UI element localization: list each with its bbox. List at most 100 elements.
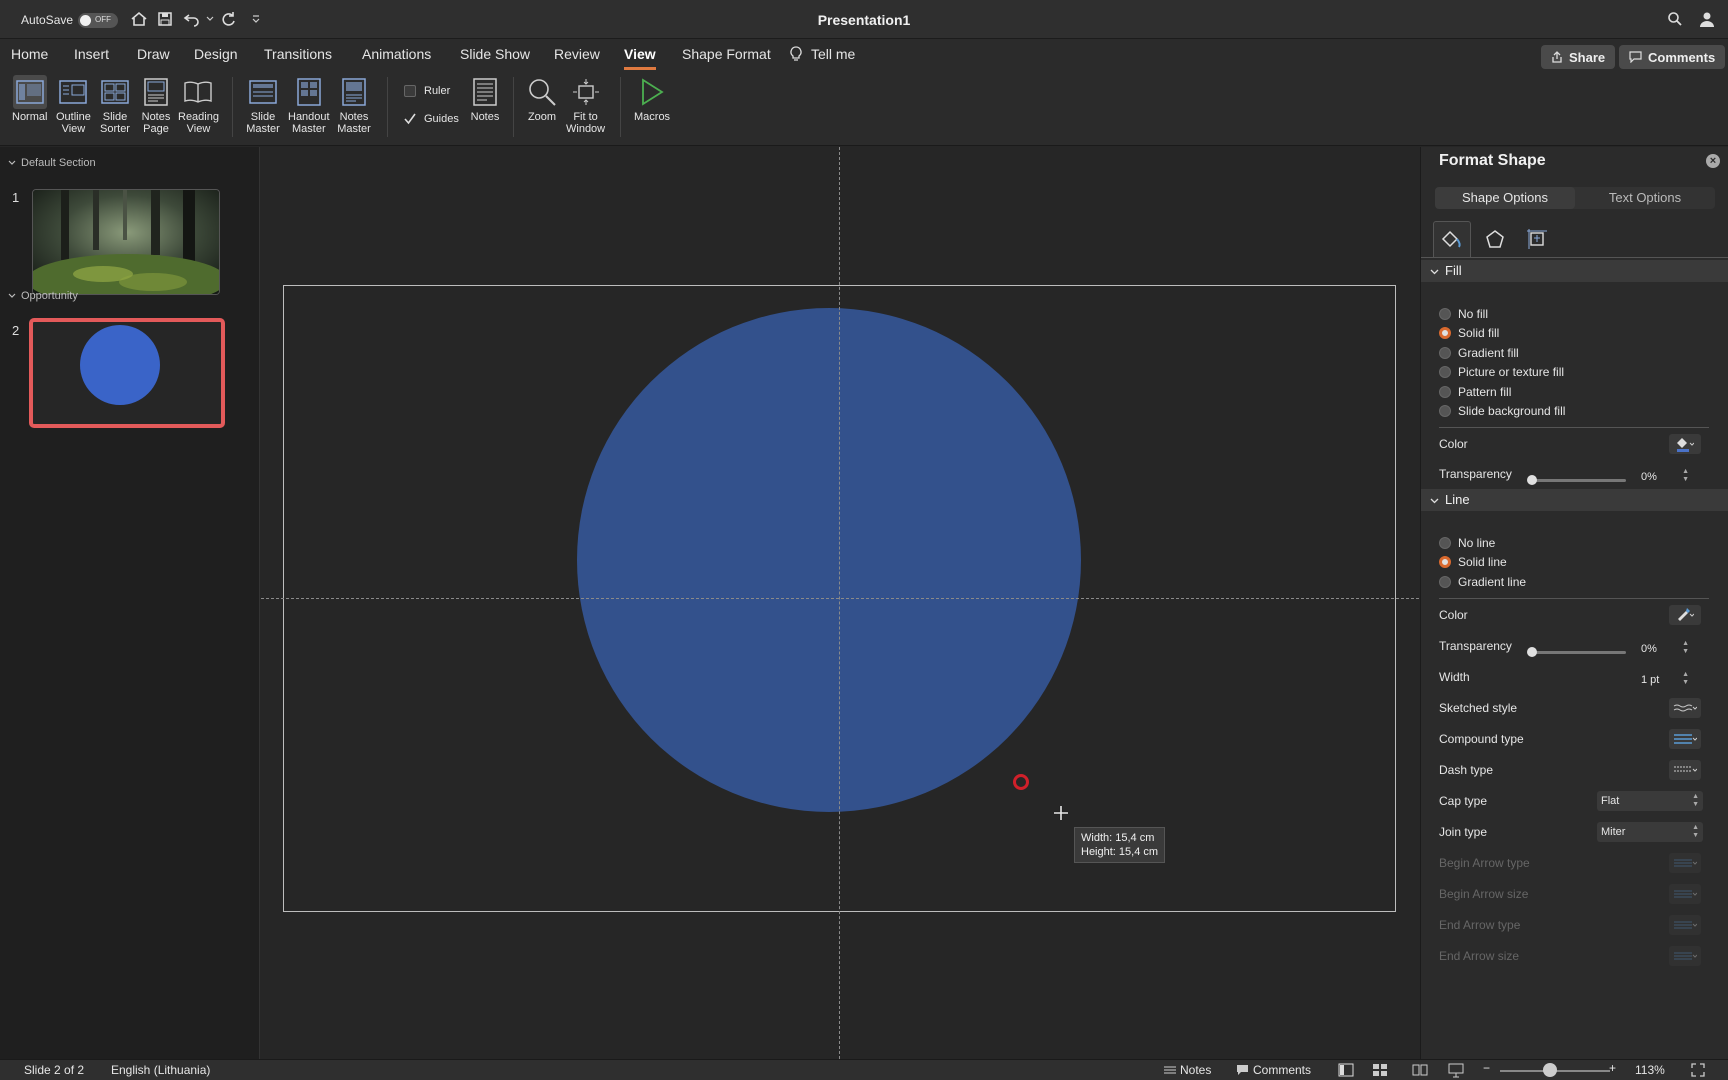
tab-view[interactable]: View xyxy=(624,46,656,70)
chevron-down-icon[interactable] xyxy=(200,9,220,29)
slider-knob[interactable] xyxy=(1527,475,1537,485)
end-arrow-size-dropdown[interactable] xyxy=(1669,946,1701,966)
normal-view-button[interactable]: Normal xyxy=(12,75,47,123)
size-properties-icon[interactable] xyxy=(1518,221,1556,257)
slide-sorter-button[interactable]: Slide Sorter xyxy=(98,75,132,135)
macros-button[interactable]: Macros xyxy=(634,75,670,123)
close-icon[interactable]: × xyxy=(1706,154,1720,168)
sketched-style-dropdown[interactable] xyxy=(1669,698,1701,718)
zoom-slider-knob[interactable] xyxy=(1543,1063,1557,1077)
normal-view-status-icon[interactable] xyxy=(1338,1062,1354,1080)
tab-review[interactable]: Review xyxy=(554,46,600,62)
picture-texture-fill-radio[interactable]: Picture or texture fill xyxy=(1439,365,1564,379)
solid-fill-radio[interactable]: Solid fill xyxy=(1439,326,1499,340)
fit-to-window-button[interactable]: Fit to Window xyxy=(566,75,605,135)
tab-home[interactable]: Home xyxy=(11,46,48,62)
text-options-tab[interactable]: Text Options xyxy=(1575,187,1715,209)
tab-slide-show[interactable]: Slide Show xyxy=(460,46,530,62)
solid-line-radio[interactable]: Solid line xyxy=(1439,555,1507,569)
tell-me-lightbulb-icon[interactable] xyxy=(790,46,802,65)
stepper-arrows-icon[interactable]: ▲ ▼ xyxy=(1682,468,1689,484)
slider-knob[interactable] xyxy=(1527,647,1537,657)
effects-pentagon-icon[interactable] xyxy=(1476,221,1514,257)
end-arrow-type-dropdown[interactable] xyxy=(1669,915,1701,935)
slide-canvas[interactable]: Width: 15,4 cm Height: 15,4 cm xyxy=(261,147,1419,1059)
compound-type-dropdown[interactable] xyxy=(1669,729,1701,749)
begin-arrow-size-dropdown[interactable] xyxy=(1669,884,1701,904)
account-icon[interactable] xyxy=(1697,9,1717,29)
handout-master-button[interactable]: Handout Master xyxy=(288,75,330,135)
section-default[interactable]: Default Section xyxy=(8,157,96,169)
comments-toggle[interactable]: Comments xyxy=(1253,1063,1311,1077)
outline-view-button[interactable]: Outline View xyxy=(56,75,91,135)
zoom-button[interactable]: Zoom xyxy=(525,75,559,123)
circle-shape[interactable] xyxy=(577,308,1081,812)
fit-slide-icon[interactable] xyxy=(1691,1063,1705,1080)
begin-arrow-type-dropdown[interactable] xyxy=(1669,853,1701,873)
slide-master-button[interactable]: Slide Master xyxy=(246,75,280,135)
stepper-arrows-icon[interactable]: ▲ ▼ xyxy=(1682,671,1689,687)
line-color-picker[interactable] xyxy=(1669,605,1701,625)
section-opportunity[interactable]: Opportunity xyxy=(8,290,78,302)
tab-transitions[interactable]: Transitions xyxy=(264,46,332,62)
section-default-label: Default Section xyxy=(21,157,96,169)
ribbon-divider xyxy=(232,77,233,137)
customize-toolbar-icon[interactable] xyxy=(246,9,266,29)
fill-line-tab-icon[interactable] xyxy=(1433,221,1471,257)
guides-checkbox[interactable]: Guides xyxy=(404,113,459,125)
home-icon[interactable] xyxy=(129,9,149,29)
redo-icon[interactable] xyxy=(219,9,239,29)
horizontal-guide[interactable] xyxy=(261,598,1419,599)
save-icon[interactable] xyxy=(155,9,175,29)
zoom-out-icon[interactable]: − xyxy=(1483,1061,1490,1075)
slideshow-status-icon[interactable] xyxy=(1448,1062,1464,1080)
width-input[interactable]: 1 pt ▲ ▼ xyxy=(1635,670,1691,690)
ruler-checkbox[interactable]: Ruler xyxy=(404,85,450,97)
no-fill-radio[interactable]: No fill xyxy=(1439,307,1488,321)
arrow-lines-icon xyxy=(1674,890,1697,898)
pattern-fill-radio[interactable]: Pattern fill xyxy=(1439,385,1511,399)
notes-page-button[interactable]: Notes Page xyxy=(139,75,173,135)
undo-icon[interactable] xyxy=(182,9,202,29)
reading-view-button[interactable]: Reading View xyxy=(178,75,219,135)
gradient-fill-radio[interactable]: Gradient fill xyxy=(1439,346,1519,360)
slide-background-fill-radio[interactable]: Slide background fill xyxy=(1439,404,1565,418)
reading-view-status-icon[interactable] xyxy=(1412,1062,1428,1080)
tab-shape-format[interactable]: Shape Format xyxy=(682,46,771,62)
fill-transparency-slider[interactable] xyxy=(1527,475,1626,485)
notes-master-button[interactable]: Notes Master xyxy=(337,75,371,135)
comment-icon xyxy=(1629,51,1642,63)
vertical-guide[interactable] xyxy=(839,147,840,1059)
share-button[interactable]: Share xyxy=(1541,45,1616,69)
fill-transparency-input[interactable]: 0% ▲ ▼ xyxy=(1635,467,1691,487)
tab-animations[interactable]: Animations xyxy=(362,46,431,62)
shape-options-tab[interactable]: Shape Options xyxy=(1435,187,1575,209)
zoom-in-icon[interactable]: + xyxy=(1609,1061,1616,1075)
fill-color-picker[interactable] xyxy=(1669,434,1701,454)
notes-button[interactable]: Notes xyxy=(468,75,502,123)
tab-insert[interactable]: Insert xyxy=(74,46,109,62)
language-indicator[interactable]: English (Lithuania) xyxy=(111,1063,210,1077)
tell-me[interactable]: Tell me xyxy=(811,46,855,62)
join-type-select[interactable]: Miter ▲ ▼ xyxy=(1597,822,1703,842)
tab-design[interactable]: Design xyxy=(194,46,238,62)
tab-draw[interactable]: Draw xyxy=(137,46,170,62)
fill-section-header[interactable]: Fill xyxy=(1421,260,1728,282)
zoom-level[interactable]: 113% xyxy=(1635,1063,1665,1077)
notes-toggle[interactable]: Notes xyxy=(1180,1063,1211,1077)
no-line-radio[interactable]: No line xyxy=(1439,536,1495,550)
line-section-header[interactable]: Line xyxy=(1421,489,1728,511)
slide-thumbnail-2[interactable] xyxy=(30,319,224,427)
gradient-line-radio[interactable]: Gradient line xyxy=(1439,575,1526,589)
stepper-arrows-icon[interactable]: ▲ ▼ xyxy=(1682,640,1689,656)
autosave-toggle[interactable]: OFF xyxy=(78,13,118,28)
dash-type-dropdown[interactable] xyxy=(1669,760,1701,780)
comments-button[interactable]: Comments xyxy=(1619,45,1726,69)
slide-thumbnail-1[interactable] xyxy=(32,189,220,295)
cap-type-select[interactable]: Flat ▲ ▼ xyxy=(1597,791,1703,811)
search-icon[interactable] xyxy=(1665,9,1685,29)
title-bar: AutoSave OFF Presentation1 xyxy=(0,0,1728,39)
line-transparency-input[interactable]: 0% ▲ ▼ xyxy=(1635,639,1691,659)
line-transparency-slider[interactable] xyxy=(1527,647,1626,657)
slide-sorter-status-icon[interactable] xyxy=(1372,1062,1388,1080)
